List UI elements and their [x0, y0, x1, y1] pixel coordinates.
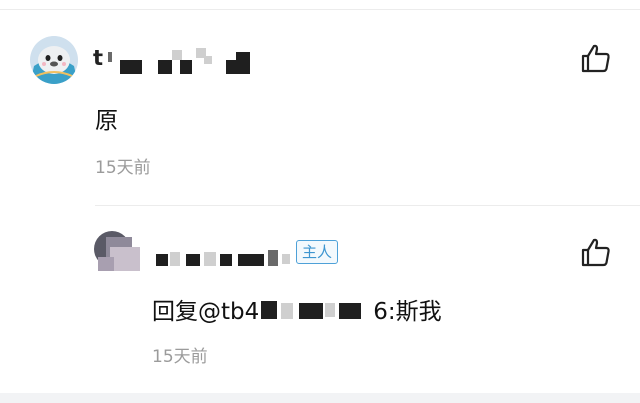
reply-avatar[interactable]: [92, 229, 144, 277]
reply-text-redaction: [259, 301, 373, 321]
comment-timestamp: 15天前: [95, 158, 151, 178]
thumbs-up-icon: [581, 238, 610, 267]
reply-text-prefix: 回复@tb4: [152, 299, 260, 325]
reply-like-button[interactable]: [580, 236, 612, 268]
username[interactable]: t: [93, 46, 103, 70]
reply-text: 回复@tb4 6:斯我: [152, 292, 442, 326]
seal-avatar-icon: [30, 36, 78, 84]
bottom-band: [0, 393, 640, 403]
reply-divider: [95, 205, 640, 206]
comment-text: 原: [95, 108, 118, 134]
reply-timestamp: 15天前: [152, 347, 208, 367]
blurred-avatar-icon: [92, 229, 144, 277]
top-divider: [0, 9, 640, 10]
like-button[interactable]: [580, 42, 612, 74]
host-badge: 主人: [296, 240, 338, 264]
thumbs-up-icon: [581, 44, 610, 73]
user-avatar[interactable]: [30, 36, 78, 84]
reply-text-suffix: 6:斯我: [373, 299, 442, 325]
